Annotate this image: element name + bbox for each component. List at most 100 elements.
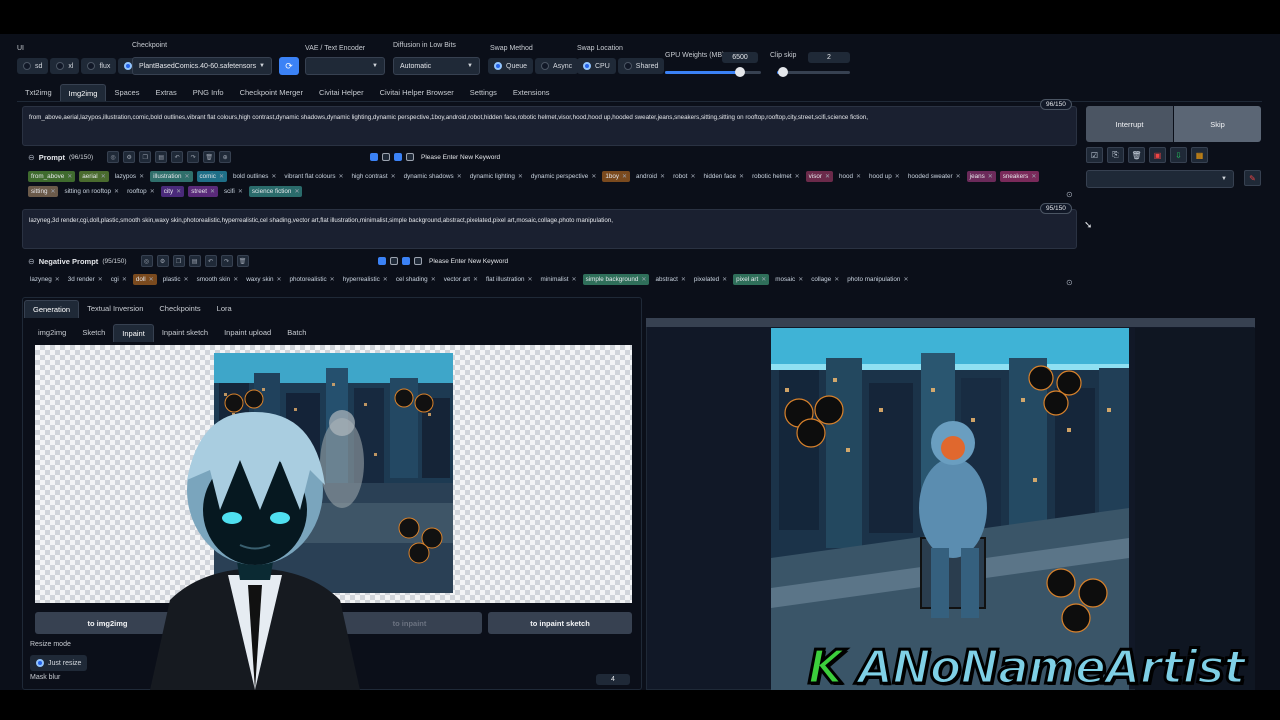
close-icon[interactable]: ✕ xyxy=(339,173,344,180)
negative-keyword-input[interactable]: Please Enter New Keyword xyxy=(429,258,508,265)
prompt-tag[interactable]: mosaic ✕ xyxy=(773,274,805,285)
close-icon[interactable]: ✕ xyxy=(383,276,388,283)
slider-thumb[interactable] xyxy=(735,67,745,77)
checkbox-icon[interactable] xyxy=(394,153,402,161)
close-icon[interactable]: ✕ xyxy=(150,188,155,195)
vae-dropdown[interactable]: ▼ xyxy=(305,57,385,75)
prompt-tag[interactable]: hooded sweater ✕ xyxy=(906,171,963,182)
toggle-icon[interactable] xyxy=(382,153,390,161)
close-icon[interactable]: ✕ xyxy=(903,276,908,283)
redo-icon[interactable]: ↷ xyxy=(187,151,200,163)
prompt-tag[interactable]: smooth skin ✕ xyxy=(195,274,241,285)
swap-method-queue[interactable]: Queue xyxy=(488,58,534,74)
close-icon[interactable]: ✕ xyxy=(184,173,189,180)
prompt-tag[interactable]: doll ✕ xyxy=(132,274,157,285)
tab-img2img[interactable]: Img2img xyxy=(59,84,107,102)
prompt-tag[interactable]: lazyneg ✕ xyxy=(28,274,62,285)
trash-icon[interactable]: 🗑 xyxy=(236,255,249,267)
checkbox-tool-icon[interactable]: ☑ xyxy=(1086,147,1103,163)
resize-just-resize[interactable]: Just resize xyxy=(30,655,88,671)
tab-civitai-helper[interactable]: Civitai Helper xyxy=(311,84,372,102)
prompt-tag[interactable]: plastic ✕ xyxy=(161,274,191,285)
ui-radio-group[interactable]: sd xl flux all xyxy=(17,58,150,74)
negative-prompt-textarea[interactable]: lazyneg,3d render,cgi,doll,plastic,smoot… xyxy=(22,209,1077,249)
close-icon[interactable]: ✕ xyxy=(139,173,144,180)
prompt-tag[interactable]: pixel art ✕ xyxy=(733,274,770,285)
undo-icon[interactable]: ↶ xyxy=(204,255,217,267)
prompt-tag[interactable]: vector art ✕ xyxy=(442,274,480,285)
prompt-tag[interactable]: pixelated ✕ xyxy=(692,274,729,285)
tab-extras[interactable]: Extras xyxy=(147,84,184,102)
close-icon[interactable]: ✕ xyxy=(176,188,181,195)
close-icon[interactable]: ✕ xyxy=(457,173,462,180)
close-icon[interactable]: ✕ xyxy=(622,173,627,180)
close-icon[interactable]: ✕ xyxy=(722,276,727,283)
clip-skip-input[interactable]: 2 xyxy=(808,52,850,63)
prompt-tag[interactable]: sneakers ✕ xyxy=(999,171,1040,182)
prompt-tag[interactable]: scifi ✕ xyxy=(222,186,245,197)
prompt-tag[interactable]: simple background ✕ xyxy=(582,274,650,285)
close-icon[interactable]: ✕ xyxy=(473,276,478,283)
checkbox-empty-icon[interactable] xyxy=(406,153,414,161)
close-icon[interactable]: ✕ xyxy=(834,276,839,283)
tab-checkpoint-merger[interactable]: Checkpoint Merger xyxy=(232,84,311,102)
close-icon[interactable]: ✕ xyxy=(956,173,961,180)
close-icon[interactable]: ✕ xyxy=(739,173,744,180)
prompt-tag[interactable]: waxy skin ✕ xyxy=(244,274,283,285)
close-icon[interactable]: ✕ xyxy=(55,276,60,283)
prompt-tag[interactable]: sitting on rooftop ✕ xyxy=(62,186,121,197)
close-icon[interactable]: ✕ xyxy=(528,276,533,283)
settings-icon[interactable]: ◎ xyxy=(107,151,120,163)
prompt-tag[interactable]: high contrast ✕ xyxy=(350,171,398,182)
gear-icon[interactable]: ⚙ xyxy=(156,255,169,267)
prompt-tag[interactable]: 1boy ✕ xyxy=(602,171,631,182)
close-icon[interactable]: ✕ xyxy=(330,276,335,283)
prompt-tag[interactable]: hood up ✕ xyxy=(867,171,902,182)
close-icon[interactable]: ✕ xyxy=(271,173,276,180)
tab-extensions[interactable]: Extensions xyxy=(505,84,558,102)
copy-style-icon[interactable]: ▣ xyxy=(1149,147,1166,163)
checkbox-icon[interactable] xyxy=(378,257,386,265)
mode-tab-inpaint-sketch[interactable]: Inpaint sketch xyxy=(154,324,216,342)
prompt-tag[interactable]: android ✕ xyxy=(634,171,667,182)
prompt-tag[interactable]: hood ✕ xyxy=(837,171,863,182)
target-icon[interactable]: ⊕ xyxy=(219,151,232,163)
prompt-tag[interactable]: bold outlines ✕ xyxy=(231,171,278,182)
close-icon[interactable]: ✕ xyxy=(114,188,119,195)
close-icon[interactable]: ✕ xyxy=(795,173,800,180)
to-inpaint-sketch-button[interactable]: to inpaint sketch xyxy=(488,612,632,634)
prompt-tag[interactable]: hyperrealistic ✕ xyxy=(341,274,390,285)
close-icon[interactable]: ✕ xyxy=(210,188,215,195)
close-icon[interactable]: ✕ xyxy=(1031,173,1036,180)
ui-option-flux[interactable]: flux xyxy=(81,58,117,74)
styles-dropdown[interactable]: ▼ xyxy=(1086,170,1234,188)
prompt-tag[interactable]: lazypos ✕ xyxy=(113,171,146,182)
close-icon[interactable]: ✕ xyxy=(101,173,106,180)
prompt-tag[interactable]: illustration ✕ xyxy=(150,171,193,182)
prompt-tag[interactable]: jeans ✕ xyxy=(966,171,996,182)
swap-location-group[interactable]: CPU Shared xyxy=(577,58,665,74)
close-icon[interactable]: ✕ xyxy=(233,276,238,283)
prompt-tag[interactable]: photorealistic ✕ xyxy=(288,274,337,285)
prompt-tag[interactable]: photo manipulation ✕ xyxy=(845,274,910,285)
prompt-tag[interactable]: cgi ✕ xyxy=(109,274,129,285)
close-icon[interactable]: ✕ xyxy=(67,173,72,180)
close-icon[interactable]: ✕ xyxy=(690,173,695,180)
toggle-icon[interactable] xyxy=(390,257,398,265)
prompt-tag[interactable]: robotic helmet ✕ xyxy=(750,171,802,182)
subtab-checkpoints[interactable]: Checkpoints xyxy=(151,300,208,318)
prompt-tag[interactable]: 3d render ✕ xyxy=(66,274,105,285)
close-icon[interactable]: ✕ xyxy=(219,173,224,180)
close-icon[interactable]: ✕ xyxy=(761,276,766,283)
mode-tab-inpaint-upload[interactable]: Inpaint upload xyxy=(216,324,279,342)
close-icon[interactable]: ✕ xyxy=(518,173,523,180)
prompt-tag[interactable]: hidden face ✕ xyxy=(701,171,746,182)
clipboard-icon[interactable]: ⎘ xyxy=(1107,147,1124,163)
close-icon[interactable]: ✕ xyxy=(681,276,686,283)
close-icon[interactable]: ✕ xyxy=(50,188,55,195)
clip-skip-slider[interactable] xyxy=(777,67,850,77)
close-icon[interactable]: ✕ xyxy=(798,276,803,283)
close-icon[interactable]: ✕ xyxy=(591,173,596,180)
scroll-up-icon[interactable]: ⊙ xyxy=(1066,190,1073,199)
close-icon[interactable]: ✕ xyxy=(856,173,861,180)
